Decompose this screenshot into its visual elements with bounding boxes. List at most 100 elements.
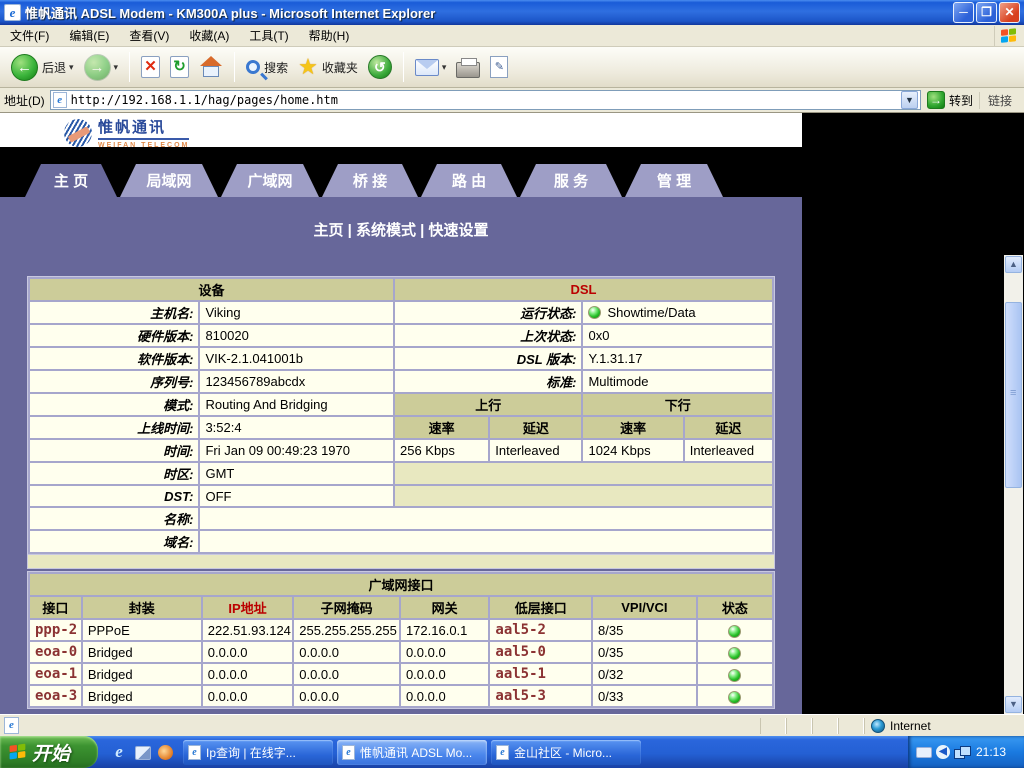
menu-bar: 文件(F) 编辑(E) 查看(V) 收藏(A) 工具(T) 帮助(H) <box>0 25 1024 47</box>
launch-icon[interactable] <box>158 745 173 760</box>
scrollbar-thumb[interactable] <box>1005 302 1022 488</box>
status-bar: e Internet <box>0 714 1024 736</box>
globe-logo-icon <box>64 119 92 147</box>
lower-interface-name: aal5-2 <box>490 620 591 640</box>
ie-quicklaunch-icon[interactable]: e <box>110 743 128 761</box>
table-spacer <box>27 555 775 569</box>
back-button[interactable]: ← 后退 ▾ <box>6 52 79 83</box>
home-icon <box>199 56 223 78</box>
lower-interface-name: aal5-0 <box>490 642 591 662</box>
network-tray-icon[interactable] <box>954 746 970 758</box>
forward-dropdown-icon[interactable]: ▾ <box>114 62 119 73</box>
nav-tabs: 主 页 局域网 广域网 桥 接 路 由 服 务 管 理 <box>25 164 723 197</box>
show-desktop-icon[interactable] <box>135 746 151 760</box>
menu-file[interactable]: 文件(F) <box>0 25 59 46</box>
links-button[interactable]: 链接 <box>979 92 1020 109</box>
rate-header: 速率 <box>583 417 682 438</box>
favorites-button[interactable]: ★ 收藏夹 <box>293 54 363 80</box>
subnav-links[interactable]: 主页 | 系统模式 | 快速设置 <box>0 219 802 240</box>
close-button[interactable]: ✕ <box>999 2 1020 23</box>
delay-header: 延迟 <box>490 417 581 438</box>
back-dropdown-icon[interactable]: ▾ <box>69 62 74 73</box>
content-scrollbar[interactable]: ▲ ▼ <box>1004 255 1023 714</box>
table-row: eoa-0 Bridged 0.0.0.0 0.0.0.0 0.0.0.0 aa… <box>30 642 772 662</box>
system-tray: ◀ 21:13 <box>908 736 1024 768</box>
wan-status-light <box>728 669 741 682</box>
tab-wan[interactable]: 广域网 <box>221 164 319 197</box>
forward-button[interactable]: → ▾ <box>79 52 124 83</box>
tab-admin[interactable]: 管 理 <box>625 164 723 197</box>
zone-label: Internet <box>890 719 931 733</box>
clock: 21:13 <box>976 745 1006 759</box>
stop-icon: ✕ <box>141 56 160 78</box>
status-pane <box>838 718 864 734</box>
browser-viewport: 惟帆通讯 WEIFAN TELECOM 主 页 局域网 广域网 桥 接 路 由 … <box>0 113 1024 714</box>
address-dropdown-button[interactable]: ▼ <box>901 91 918 109</box>
refresh-button[interactable]: ↻ <box>165 54 194 80</box>
collapse-tray-icon[interactable]: ◀ <box>936 745 950 759</box>
mail-button[interactable]: ▾ <box>410 57 452 78</box>
restore-button[interactable]: ❐ <box>976 2 997 23</box>
star-icon: ★ <box>298 56 318 78</box>
status-pane <box>760 718 786 734</box>
stop-button[interactable]: ✕ <box>136 54 165 80</box>
dsl-section-header: DSL <box>395 279 772 300</box>
print-button[interactable] <box>451 55 485 80</box>
tab-bridge[interactable]: 桥 接 <box>322 164 418 197</box>
taskbar: 开始 e e Ip查询 | 在线字... e 惟帆通讯 ADSL Mo... e… <box>0 736 1024 768</box>
page-icon: e <box>53 92 67 108</box>
internet-globe-icon <box>871 719 885 733</box>
start-button[interactable]: 开始 <box>0 736 98 768</box>
scroll-down-button[interactable]: ▼ <box>1005 696 1022 713</box>
status-pane <box>812 718 838 734</box>
tab-home[interactable]: 主 页 <box>25 164 117 197</box>
quick-launch: e <box>110 743 173 761</box>
taskbar-button-weifan[interactable]: e 惟帆通讯 ADSL Mo... <box>337 740 487 765</box>
tab-service[interactable]: 服 务 <box>520 164 622 197</box>
toolbar-separator <box>234 52 235 82</box>
address-label: 地址(D) <box>4 92 45 109</box>
table-row: 软件版本: VIK-2.1.041001b DSL 版本: Y.1.31.17 <box>30 348 772 369</box>
menu-favorites[interactable]: 收藏(A) <box>179 25 239 46</box>
ie-page-icon: e <box>342 745 355 760</box>
device-dsl-table: 设备 DSL 主机名: Viking 运行状态: Showtime/Data 硬… <box>27 276 775 555</box>
home-button[interactable] <box>194 54 228 80</box>
menu-edit[interactable]: 编辑(E) <box>59 25 119 46</box>
interface-name: eoa-0 <box>30 642 81 662</box>
windows-flag-icon <box>10 743 27 760</box>
taskbar-button-ip-query[interactable]: e Ip查询 | 在线字... <box>183 740 333 765</box>
title-bar: e 惟帆通讯 ADSL Modem - KM300A plus - Micros… <box>0 0 1024 25</box>
history-button[interactable]: ↺ <box>363 53 397 81</box>
ie-page-icon: e <box>496 745 509 760</box>
minimize-button[interactable]: ─ <box>953 2 974 23</box>
scroll-up-button[interactable]: ▲ <box>1005 256 1022 273</box>
table-row: 时间: Fri Jan 09 00:49:23 1970 256 Kbps In… <box>30 440 772 461</box>
menu-help[interactable]: 帮助(H) <box>299 25 360 46</box>
table-row: 域名: <box>30 531 772 552</box>
go-button[interactable]: → 转到 <box>927 91 973 109</box>
search-icon <box>246 60 260 74</box>
table-row: eoa-1 Bridged 0.0.0.0 0.0.0.0 0.0.0.0 aa… <box>30 664 772 684</box>
table-row: 时区: GMT <box>30 463 772 484</box>
downstream-header: 下行 <box>583 394 772 415</box>
taskbar-button-jinshan[interactable]: e 金山社区 - Micro... <box>491 740 641 765</box>
document-icon: e <box>4 717 19 734</box>
table-row: eoa-3 Bridged 0.0.0.0 0.0.0.0 0.0.0.0 aa… <box>30 686 772 706</box>
edit-button[interactable]: ✎ <box>485 54 513 80</box>
table-row: 上线时间: 3:52:4 速率 延迟 速率 延迟 <box>30 417 772 438</box>
mail-dropdown-icon[interactable]: ▾ <box>442 62 447 73</box>
wan-table-title: 广域网接口 <box>30 574 772 595</box>
search-button[interactable]: 搜索 <box>241 57 293 78</box>
keyboard-tray-icon[interactable] <box>916 747 932 758</box>
mail-icon <box>415 59 439 76</box>
menu-view[interactable]: 查看(V) <box>119 25 179 46</box>
table-row: 硬件版本: 810020 上次状态: 0x0 <box>30 325 772 346</box>
tab-lan[interactable]: 局域网 <box>120 164 218 197</box>
lower-interface-name: aal5-3 <box>490 686 591 706</box>
tab-route[interactable]: 路 由 <box>421 164 517 197</box>
address-input[interactable]: e http://192.168.1.1/hag/pages/home.htm … <box>50 90 921 110</box>
table-row: 名称: <box>30 508 772 529</box>
ie-toolbar: ← 后退 ▾ → ▾ ✕ ↻ 搜索 ★ 收藏夹 ↺ ▾ ✎ <box>0 47 1024 88</box>
table-row: 模式: Routing And Bridging 上行 下行 <box>30 394 772 415</box>
menu-tools[interactable]: 工具(T) <box>239 25 298 46</box>
